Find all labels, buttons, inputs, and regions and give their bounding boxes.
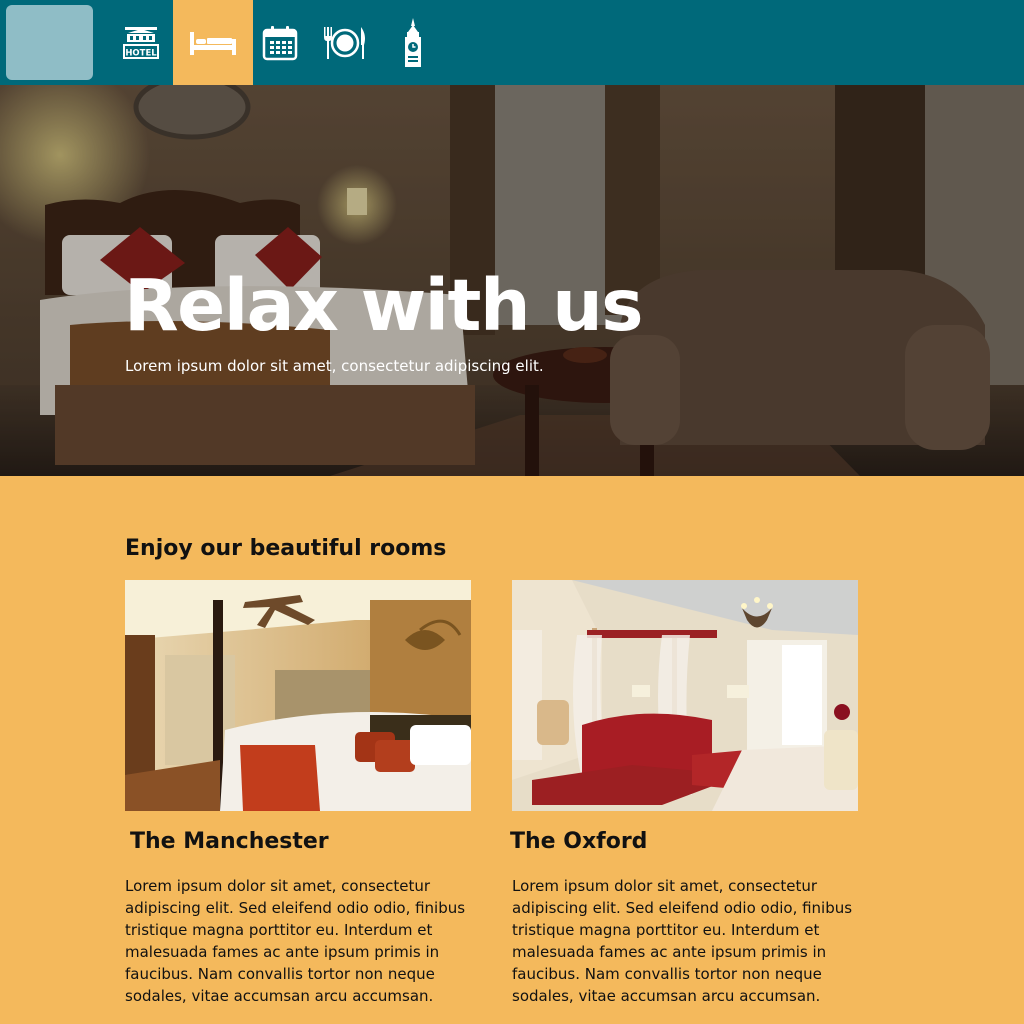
nav-hotel[interactable]: HOTEL — [108, 0, 174, 85]
hero-banner: Relax with us Lorem ipsum dolor sit amet… — [0, 85, 1024, 476]
room-image — [512, 580, 858, 811]
room-image — [125, 580, 471, 811]
hotel-sign-icon: HOTEL — [123, 26, 159, 59]
hero-subtitle: Lorem ipsum dolor sit amet, consectetur … — [125, 357, 544, 375]
hero-title: Relax with us — [124, 264, 644, 347]
top-navigation-bar: HOTEL — [0, 0, 1024, 85]
dining-icon — [324, 26, 365, 59]
room-name-oxford[interactable]: The Oxford — [510, 829, 647, 854]
clock-tower-icon — [405, 17, 421, 67]
nav-calendar[interactable] — [253, 0, 307, 85]
room-description-oxford: Lorem ipsum dolor sit amet, consectetur … — [512, 877, 853, 1005]
nav-dining[interactable] — [316, 0, 374, 85]
calendar-icon — [262, 25, 298, 60]
room-name-manchester[interactable]: The Manchester — [130, 829, 329, 854]
logo-placeholder[interactable] — [6, 5, 93, 80]
room-photo-manchester[interactable] — [125, 580, 471, 811]
room-photo-oxford[interactable] — [512, 580, 858, 811]
hotel-sign-label: HOTEL — [125, 48, 157, 58]
rooms-section-heading: Enjoy our beautiful rooms — [125, 536, 447, 561]
room-description-manchester: Lorem ipsum dolor sit amet, consectetur … — [125, 877, 466, 1005]
nav-clock-tower[interactable] — [388, 0, 438, 85]
nav-rooms[interactable] — [173, 0, 253, 85]
bed-icon — [190, 31, 236, 55]
